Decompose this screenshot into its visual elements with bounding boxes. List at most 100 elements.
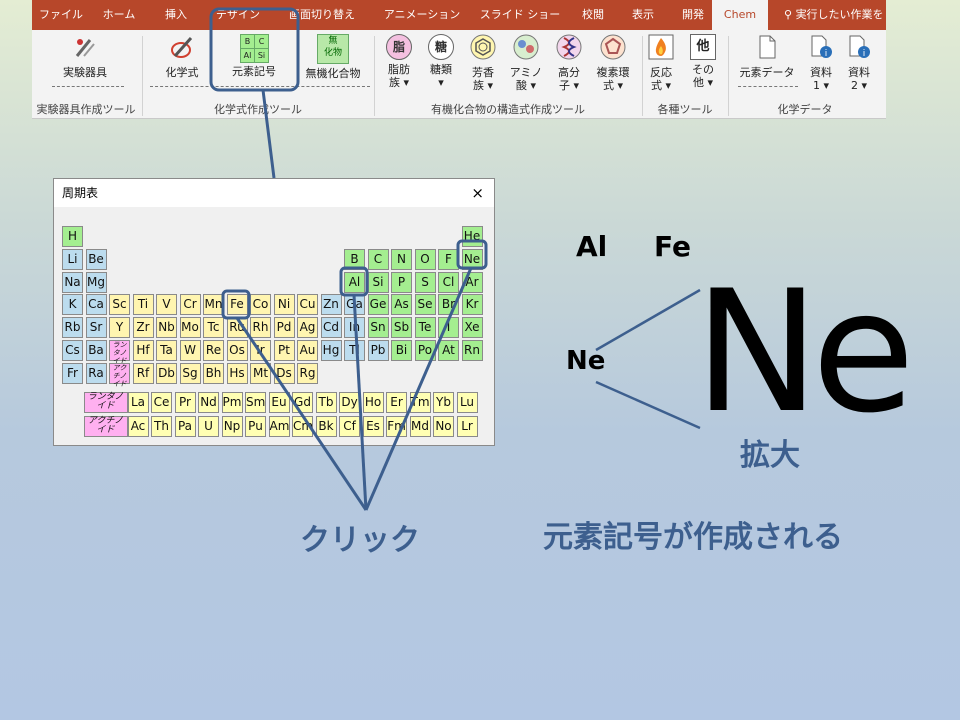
- element-cell-n[interactable]: N: [391, 248, 412, 270]
- element-cell-re[interactable]: Re: [203, 340, 224, 361]
- element-cell-ni[interactable]: Ni: [273, 294, 295, 316]
- element-cell-as[interactable]: As: [391, 294, 412, 316]
- element-cell-po[interactable]: Po: [414, 340, 436, 361]
- element-cell-mn[interactable]: Mn: [203, 294, 224, 316]
- element-cell-au[interactable]: Au: [297, 340, 318, 361]
- element-cell-al[interactable]: Al: [344, 271, 365, 293]
- element-cell-yb[interactable]: Yb: [433, 392, 454, 413]
- element-cell-gd[interactable]: Gd: [292, 392, 313, 413]
- element-cell-i[interactable]: I: [438, 317, 459, 339]
- element-cell-ra[interactable]: Ra: [85, 362, 107, 384]
- element-cell-kr[interactable]: Kr: [461, 294, 483, 316]
- element-cell-se[interactable]: Se: [414, 294, 436, 316]
- polymer-button[interactable]: 高分 子 ▾: [550, 34, 588, 96]
- aromatic-button[interactable]: 芳香 族 ▾: [466, 34, 500, 96]
- element-cell-pa[interactable]: Pa: [174, 415, 196, 437]
- element-cell-h[interactable]: H: [62, 226, 83, 247]
- tab-animations[interactable]: アニメーション: [372, 0, 472, 30]
- actinoid-placeholder[interactable]: アクチノイド: [109, 362, 130, 388]
- reference-1-button[interactable]: i 資料 1 ▾: [804, 34, 838, 96]
- element-cell-ba[interactable]: Ba: [85, 340, 107, 361]
- tab-home[interactable]: ホーム: [90, 0, 148, 30]
- tab-slideshow[interactable]: スライド ショー: [472, 0, 568, 30]
- element-cell-cd[interactable]: Cd: [320, 317, 342, 339]
- element-cell-pd[interactable]: Pd: [273, 317, 295, 339]
- element-cell-li[interactable]: Li: [62, 248, 83, 270]
- element-cell-br[interactable]: Br: [438, 294, 459, 316]
- element-cell-ge[interactable]: Ge: [367, 294, 389, 316]
- element-cell-co[interactable]: Co: [250, 294, 271, 316]
- element-cell-dy[interactable]: Dy: [339, 392, 360, 413]
- element-cell-mg[interactable]: Mg: [85, 271, 107, 293]
- element-cell-np[interactable]: Np: [221, 415, 243, 437]
- element-cell-er[interactable]: Er: [386, 392, 407, 413]
- tab-developer[interactable]: 開発: [668, 0, 718, 30]
- tab-chem[interactable]: Chem: [712, 0, 768, 30]
- element-cell-ir[interactable]: Ir: [250, 340, 271, 361]
- element-cell-mt[interactable]: Mt: [250, 362, 271, 384]
- element-cell-db[interactable]: Db: [156, 362, 177, 384]
- element-cell-bi[interactable]: Bi: [391, 340, 412, 361]
- element-cell-rg[interactable]: Rg: [297, 362, 318, 384]
- element-cell-nb[interactable]: Nb: [156, 317, 177, 339]
- element-cell-hf[interactable]: Hf: [132, 340, 154, 361]
- element-cell-th[interactable]: Th: [151, 415, 172, 437]
- element-cell-pt[interactable]: Pt: [273, 340, 295, 361]
- close-icon[interactable]: ×: [471, 179, 484, 207]
- element-cell-fr[interactable]: Fr: [62, 362, 83, 384]
- element-cell-cr[interactable]: Cr: [179, 294, 201, 316]
- element-cell-te[interactable]: Te: [414, 317, 436, 339]
- element-cell-ce[interactable]: Ce: [151, 392, 172, 413]
- tab-insert[interactable]: 挿入: [148, 0, 204, 30]
- element-cell-hs[interactable]: Hs: [226, 362, 248, 384]
- element-cell-tl[interactable]: Tl: [344, 340, 365, 361]
- element-cell-sc[interactable]: Sc: [109, 294, 130, 316]
- element-cell-rh[interactable]: Rh: [250, 317, 271, 339]
- element-cell-u[interactable]: U: [198, 415, 219, 437]
- lanthanoid-placeholder[interactable]: ランタノイド: [109, 340, 130, 365]
- element-cell-ta[interactable]: Ta: [156, 340, 177, 361]
- reaction-formula-button[interactable]: 反応 式 ▾: [644, 34, 678, 96]
- element-cell-ru[interactable]: Ru: [226, 317, 248, 339]
- element-cell-zr[interactable]: Zr: [132, 317, 154, 339]
- element-cell-fm[interactable]: Fm: [386, 415, 407, 437]
- element-cell-na[interactable]: Na: [62, 271, 83, 293]
- element-cell-k[interactable]: K: [62, 294, 83, 316]
- element-cell-la[interactable]: La: [127, 392, 149, 413]
- element-cell-sb[interactable]: Sb: [391, 317, 412, 339]
- element-cell-eu[interactable]: Eu: [268, 392, 290, 413]
- tab-transitions[interactable]: 画面切り替え: [272, 0, 372, 30]
- sugar-button[interactable]: 糖 糖類 ▾: [424, 34, 458, 96]
- heterocyclic-button[interactable]: 複素環 式 ▾: [590, 34, 636, 96]
- tab-review[interactable]: 校閲: [568, 0, 618, 30]
- amino-acid-button[interactable]: アミノ 酸 ▾: [506, 34, 546, 96]
- element-cell-o[interactable]: O: [414, 248, 436, 270]
- element-cell-ag[interactable]: Ag: [297, 317, 318, 339]
- aliphatic-button[interactable]: 脂 脂肪 族 ▾: [382, 34, 416, 96]
- element-cell-ds[interactable]: Ds: [273, 362, 295, 384]
- element-cell-os[interactable]: Os: [226, 340, 248, 361]
- reference-2-button[interactable]: i 資料 2 ▾: [842, 34, 876, 96]
- element-cell-ac[interactable]: Ac: [127, 415, 149, 437]
- element-cell-si[interactable]: Si: [367, 271, 389, 293]
- element-cell-lr[interactable]: Lr: [456, 415, 478, 437]
- tab-view[interactable]: 表示: [618, 0, 668, 30]
- element-cell-ga[interactable]: Ga: [344, 294, 365, 316]
- element-cell-pb[interactable]: Pb: [367, 340, 389, 361]
- element-cell-bk[interactable]: Bk: [315, 415, 337, 437]
- element-cell-am[interactable]: Am: [268, 415, 290, 437]
- element-cell-rf[interactable]: Rf: [132, 362, 154, 384]
- element-cell-nd[interactable]: Nd: [198, 392, 219, 413]
- element-cell-in[interactable]: In: [344, 317, 365, 339]
- element-cell-y[interactable]: Y: [109, 317, 130, 339]
- element-cell-b[interactable]: B: [344, 248, 365, 270]
- element-cell-s[interactable]: S: [414, 271, 436, 293]
- other-button[interactable]: 他 その 他 ▾: [686, 34, 720, 96]
- element-cell-no[interactable]: No: [433, 415, 454, 437]
- element-cell-lu[interactable]: Lu: [456, 392, 478, 413]
- element-cell-ca[interactable]: Ca: [85, 294, 107, 316]
- element-cell-pr[interactable]: Pr: [174, 392, 196, 413]
- element-cell-c[interactable]: C: [367, 248, 389, 270]
- element-cell-mo[interactable]: Mo: [179, 317, 201, 339]
- element-cell-hg[interactable]: Hg: [320, 340, 342, 361]
